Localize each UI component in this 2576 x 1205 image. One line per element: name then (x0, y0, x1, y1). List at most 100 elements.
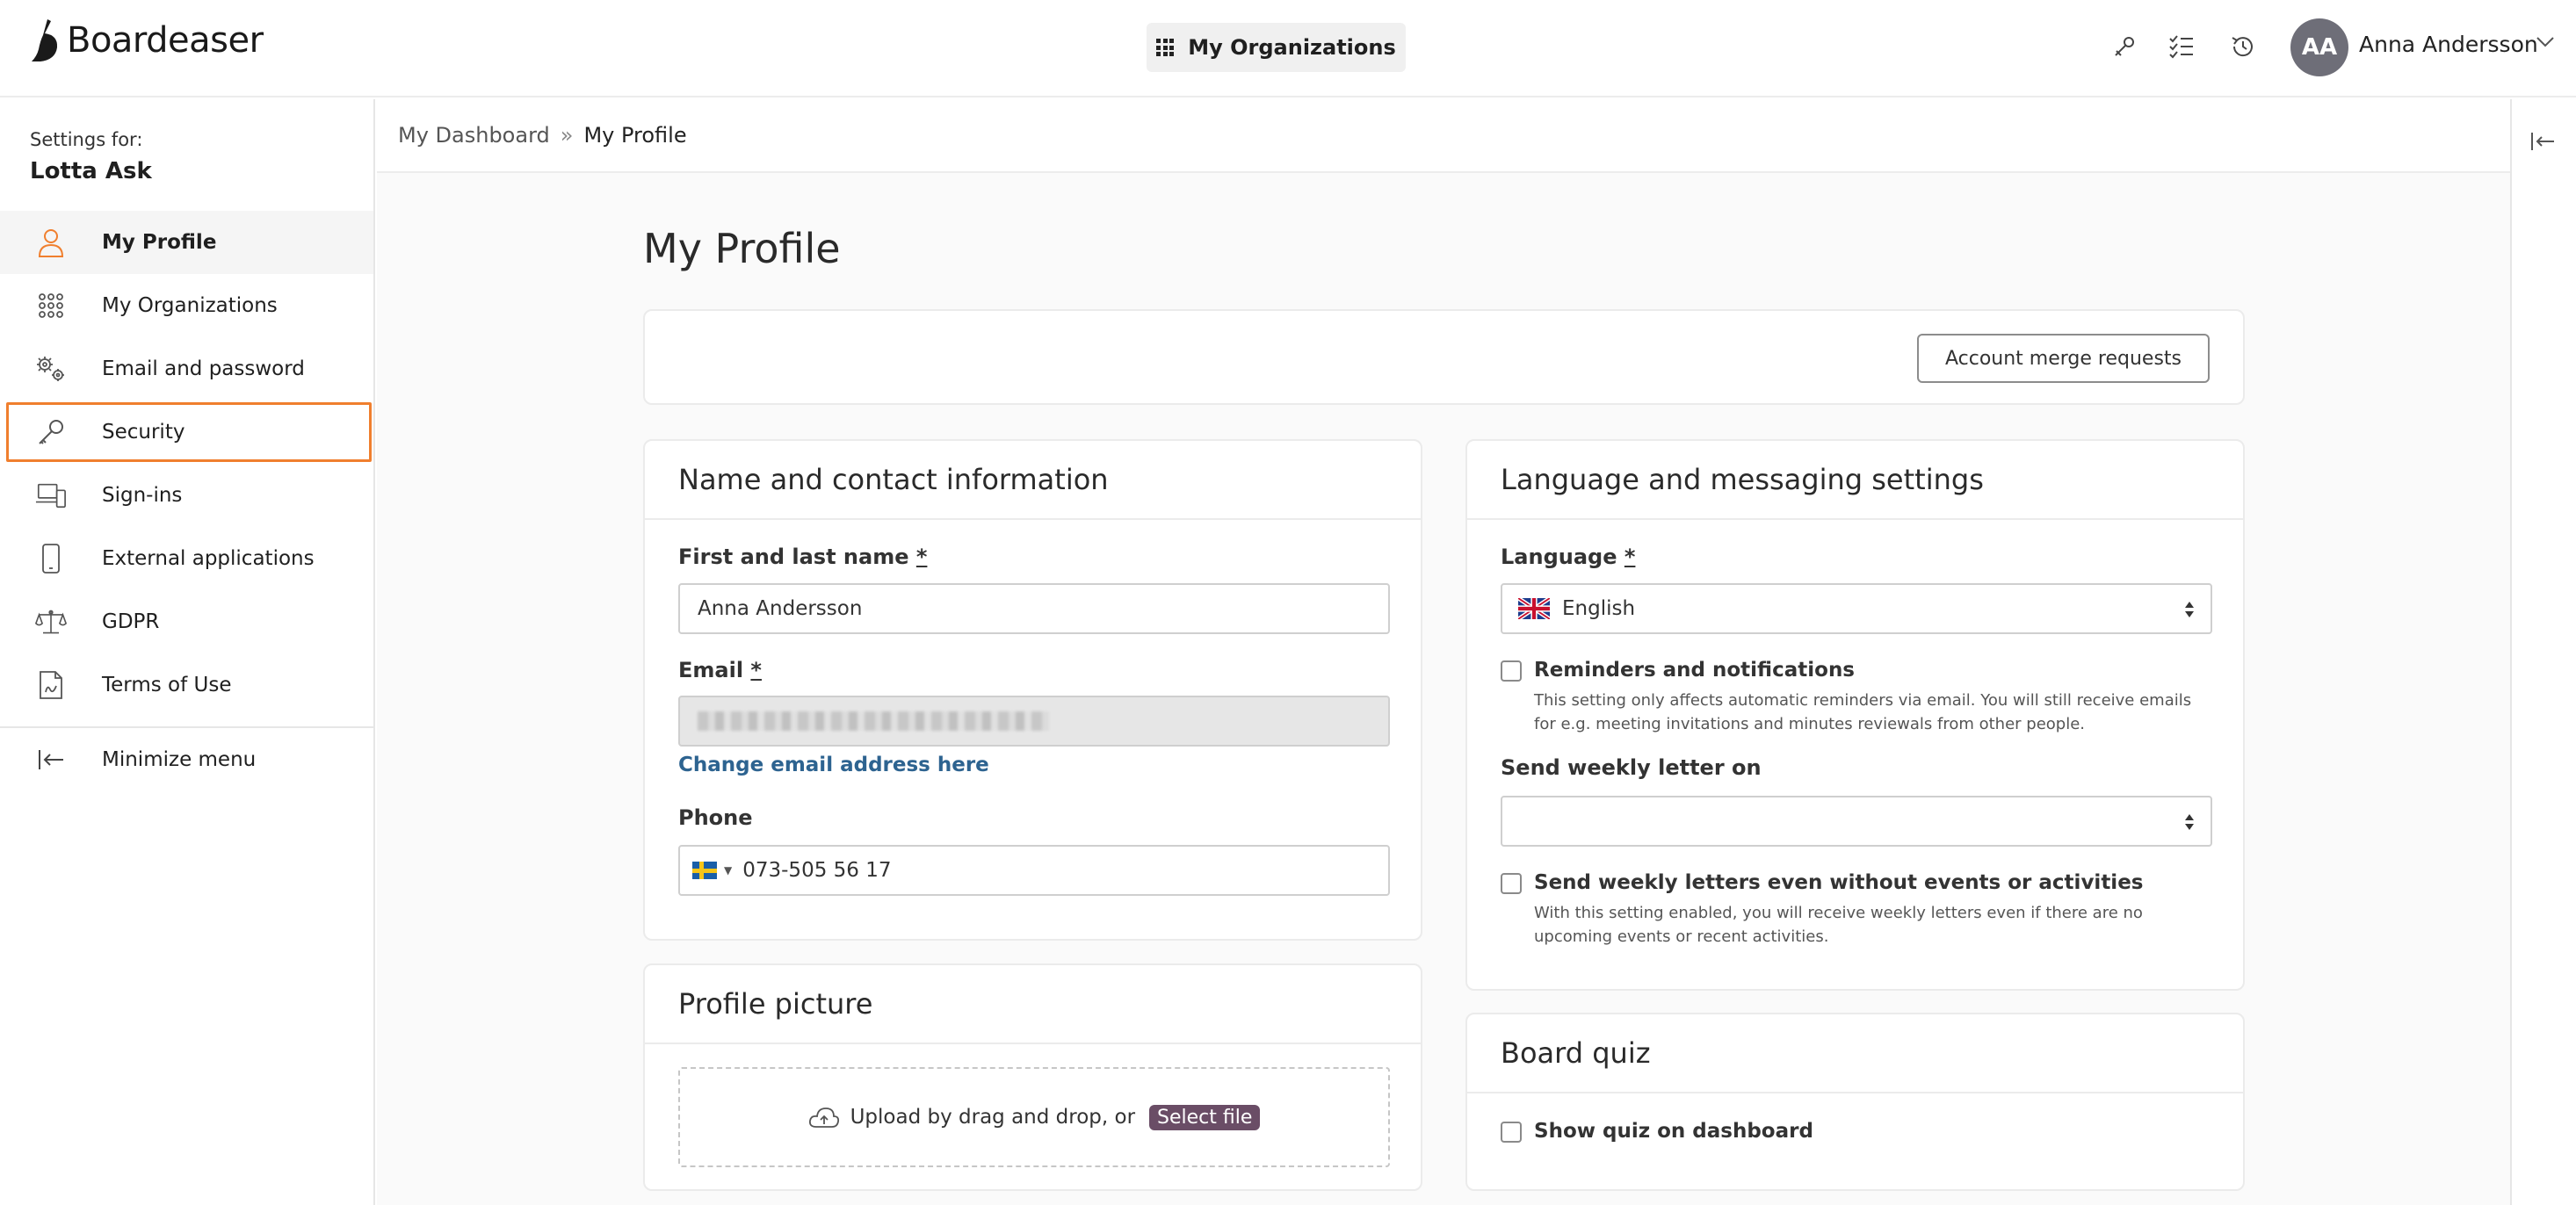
settings-user-name: Lotta Ask (30, 158, 152, 184)
language-select[interactable]: English (1501, 583, 2212, 634)
sidebar-item-email-and-password[interactable]: Email and password (0, 337, 373, 400)
scales-icon (35, 606, 67, 638)
weekly-even-title: Send weekly letters even without events … (1534, 871, 2144, 894)
app-logo[interactable]: Boardeaser (28, 18, 264, 63)
uk-flag-icon (1518, 598, 1550, 619)
minimize-menu-button[interactable]: Minimize menu (0, 728, 373, 791)
reminders-help: This setting only affects automatic remi… (1534, 691, 2192, 733)
email-label-text: Email (678, 658, 744, 682)
board-quiz-title: Board quiz (1467, 1014, 2243, 1093)
name-label: First and last name * (678, 545, 927, 569)
settings-for-label: Settings for: (30, 129, 143, 150)
avatar[interactable]: AA (2290, 18, 2348, 76)
sidebar-item-label: My Organizations (102, 294, 278, 317)
breadcrumb-dashboard-link[interactable]: My Dashboard (398, 123, 550, 148)
board-quiz-card: Board quiz Show quiz on dashboard (1465, 1013, 2245, 1191)
profile-picture-card: Profile picture Upload by drag and drop,… (643, 963, 1422, 1191)
weekly-letter-label: Send weekly letter on (1501, 755, 1762, 780)
minimize-menu-label: Minimize menu (102, 748, 257, 771)
reminders-title: Reminders and notifications (1534, 659, 1856, 682)
name-field[interactable]: Anna Andersson (678, 583, 1390, 634)
logo-mark-icon (32, 19, 58, 61)
sidebar-item-security[interactable]: Security (0, 400, 373, 464)
language-card-title: Language and messaging settings (1467, 441, 2243, 520)
language-label-text: Language (1501, 545, 1617, 569)
language-card: Language and messaging settings Language… (1465, 439, 2245, 991)
sidebar-item-terms-of-use[interactable]: Terms of Use (0, 653, 373, 717)
settings-nav: My Profile My Organizations Email and pa… (0, 211, 373, 717)
profile-picture-title: Profile picture (645, 965, 1421, 1044)
collapse-left-icon[interactable] (2529, 131, 2556, 155)
upload-dropzone[interactable]: Upload by drag and drop, or Select file (678, 1067, 1390, 1167)
breadcrumb-current: My Profile (583, 123, 687, 148)
grid-icon (1156, 39, 1175, 56)
my-organizations-label: My Organizations (1188, 35, 1396, 60)
page-title: My Profile (643, 225, 841, 272)
email-redacted (698, 711, 1049, 731)
sidebar-item-label: Sign-ins (102, 484, 183, 507)
required-mark: * (915, 545, 928, 569)
show-quiz-label: Show quiz on dashboard (1534, 1120, 1813, 1143)
phone-field[interactable]: ▼ 073-505 56 17 (678, 845, 1390, 896)
sidebar-item-label: External applications (102, 547, 315, 570)
weekly-even-checkbox[interactable] (1501, 873, 1522, 894)
right-rail (2510, 99, 2576, 1205)
select-file-button[interactable]: Select file (1149, 1104, 1261, 1130)
required-mark: * (750, 658, 762, 682)
show-quiz-checkbox[interactable] (1501, 1122, 1522, 1143)
name-label-text: First and last name (678, 545, 909, 569)
history-icon[interactable] (2225, 28, 2261, 65)
contact-card-title: Name and contact information (645, 441, 1421, 520)
devices-icon (35, 480, 67, 511)
app-name: Boardeaser (67, 20, 264, 61)
sidebar-item-external-applications[interactable]: External applications (0, 527, 373, 590)
weekly-letter-select[interactable] (1501, 796, 2212, 847)
grid-icon (35, 290, 67, 321)
reminders-option: Reminders and notifications This setting… (1501, 659, 2221, 733)
sidebar-item-my-organizations[interactable]: My Organizations (0, 274, 373, 337)
change-email-link[interactable]: Change email address here (678, 754, 989, 776)
language-select-value: English (1562, 597, 1636, 620)
top-header: Boardeaser My Organizations AA Anna Ande… (0, 0, 2576, 97)
account-merge-requests-button[interactable]: Account merge requests (1916, 334, 2210, 383)
merge-requests-card: Account merge requests (643, 309, 2245, 405)
sidebar-item-my-profile[interactable]: My Profile (0, 211, 373, 274)
reminders-checkbox[interactable] (1501, 660, 1522, 682)
select-arrows-icon (2185, 814, 2194, 830)
country-caret-icon[interactable]: ▼ (724, 864, 732, 877)
checklist-icon[interactable] (2163, 28, 2200, 65)
name-field-value: Anna Andersson (698, 597, 863, 620)
breadcrumb: My Dashboard » My Profile (377, 99, 2510, 173)
sidebar-item-gdpr[interactable]: GDPR (0, 590, 373, 653)
contact-card: Name and contact information First and l… (643, 439, 1422, 941)
my-organizations-button[interactable]: My Organizations (1147, 23, 1406, 72)
chevron-down-icon[interactable] (2536, 35, 2555, 52)
key-icon[interactable] (2106, 28, 2143, 65)
phone-field-value: 073-505 56 17 (742, 859, 892, 882)
required-mark: * (1624, 545, 1636, 569)
show-quiz-option: Show quiz on dashboard (1501, 1120, 2221, 1150)
weekly-even-help: With this setting enabled, you will rece… (1534, 904, 2143, 946)
user-name[interactable]: Anna Andersson (2359, 32, 2538, 57)
key-icon (35, 416, 67, 448)
settings-sidebar: Settings for: Lotta Ask My Profile My Or… (0, 99, 375, 1205)
sweden-flag-icon[interactable] (692, 862, 717, 879)
select-arrows-icon (2185, 602, 2194, 617)
language-label: Language * (1501, 545, 1635, 569)
sidebar-item-label: Email and password (102, 357, 305, 380)
phone-label: Phone (678, 805, 753, 830)
breadcrumb-separator: » (560, 123, 574, 148)
collapse-left-icon (35, 744, 67, 776)
sidebar-item-label: Security (102, 421, 185, 444)
cloud-upload-icon (808, 1108, 839, 1128)
sidebar-item-sign-ins[interactable]: Sign-ins (0, 464, 373, 527)
sidebar-item-label: GDPR (102, 610, 160, 633)
person-icon (35, 227, 67, 258)
phone-icon (35, 543, 67, 574)
email-label: Email * (678, 658, 762, 682)
sidebar-item-label: Terms of Use (102, 674, 232, 696)
weekly-even-option: Send weekly letters even without events … (1501, 871, 2221, 946)
upload-text: Upload by drag and drop, or (850, 1106, 1136, 1129)
gears-icon (35, 353, 67, 385)
email-field (678, 696, 1390, 747)
